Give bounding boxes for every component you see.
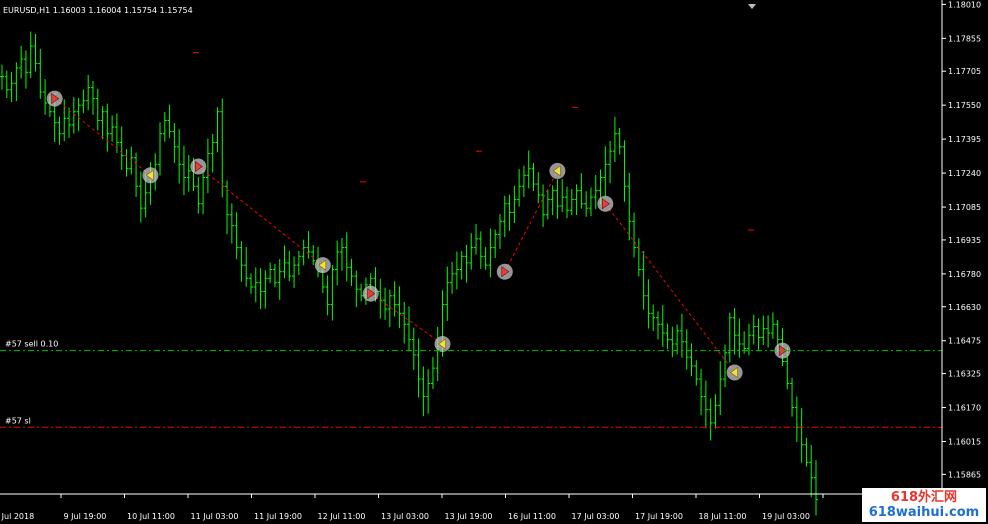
price-axis[interactable]: 1.18010 1.17855 1.17705 1.17550 1.17395 1.172… — [942, 0, 981, 479]
y-tick-label: 1.16015 — [948, 438, 981, 447]
x-tick-label: 13 Jul 19:00 — [445, 512, 493, 521]
trade-marker-icon[interactable] — [362, 285, 379, 302]
y-tick-label: 1.17550 — [948, 101, 981, 110]
y-tick-label: 1.17705 — [948, 67, 981, 76]
trade-marker-icon[interactable] — [314, 257, 331, 274]
x-tick-label: 9 Jul 2018 — [0, 512, 34, 521]
trade-marker-icon[interactable] — [597, 195, 614, 212]
x-tick-label: 11 Jul 03:00 — [191, 512, 239, 521]
y-tick-label: 1.16325 — [948, 370, 981, 379]
order-entry-label: #57 sell 0.10 — [5, 340, 58, 349]
watermark-logo: 618外汇网 618waihui.com — [862, 488, 986, 522]
y-tick-label: 1.16170 — [948, 404, 981, 413]
trade-marker-icon[interactable] — [46, 90, 63, 107]
x-tick-label: 12 Jul 11:00 — [318, 512, 366, 521]
y-tick-label: 1.16780 — [948, 270, 981, 279]
x-tick-label: 19 Jul 03:00 — [762, 512, 810, 521]
stop-loss-label: #57 sl — [5, 416, 31, 425]
y-tick-label: 1.17395 — [948, 135, 981, 144]
y-tick-label: 1.16475 — [948, 337, 981, 346]
trade-marker-icon[interactable] — [726, 364, 743, 381]
y-tick-label: 1.18010 — [948, 0, 981, 9]
trade-marker-icon[interactable] — [549, 162, 566, 179]
x-tick-label: 11 Jul 19:00 — [254, 512, 302, 521]
price-chart[interactable]: EURUSD,H1 1.16003 1.16004 1.15754 1.1575… — [0, 0, 988, 524]
x-tick-label: 17 Jul 19:00 — [635, 512, 683, 521]
y-tick-label: 1.17085 — [948, 203, 981, 212]
x-tick-label: 10 Jul 11:00 — [127, 512, 175, 521]
x-tick-label: 18 Jul 11:00 — [699, 512, 747, 521]
x-tick-label: 13 Jul 03:00 — [381, 512, 429, 521]
y-tick-label: 1.16935 — [948, 236, 981, 245]
trade-marker-icon[interactable] — [434, 336, 451, 353]
y-tick-label: 1.17855 — [948, 34, 981, 43]
x-tick-label: 17 Jul 03:00 — [572, 512, 620, 521]
watermark-line2: 618waihui.com — [868, 505, 980, 520]
y-tick-label: 1.17240 — [948, 169, 981, 178]
y-tick-label: 1.16630 — [948, 303, 981, 312]
y-tick-label: 1.15865 — [948, 470, 981, 479]
trade-marker-icon[interactable] — [496, 263, 513, 280]
trade-marker-icon[interactable] — [190, 158, 207, 175]
watermark-line1: 618外汇网 — [890, 490, 958, 505]
chart-background — [0, 0, 988, 524]
symbol-header: EURUSD,H1 1.16003 1.16004 1.15754 1.1575… — [3, 6, 193, 15]
x-tick-label: 9 Jul 19:00 — [64, 512, 107, 521]
x-tick-label: 16 Jul 11:00 — [508, 512, 556, 521]
trade-marker-icon[interactable] — [142, 167, 159, 184]
